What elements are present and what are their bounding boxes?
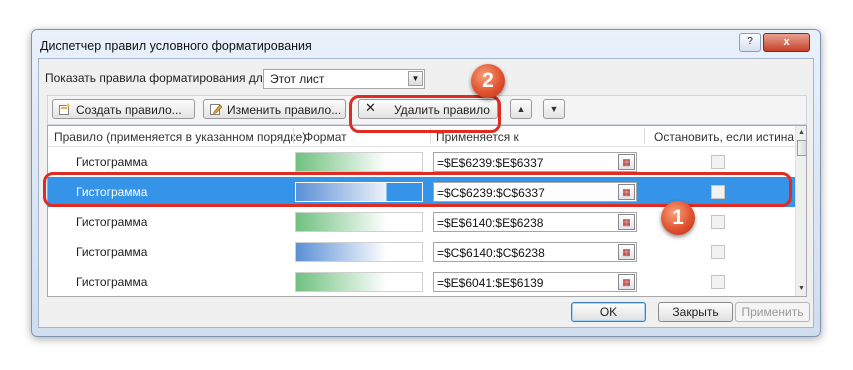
- format-preview: [295, 152, 423, 172]
- range-picker-icon[interactable]: ▦: [618, 154, 635, 170]
- applies-to-value: =$E$6140:$E$6238: [437, 216, 544, 230]
- applies-to-field[interactable]: =$E$6140:$E$6238 ▦: [433, 212, 637, 232]
- format-preview: [295, 272, 423, 292]
- applies-to-field[interactable]: =$C$6140:$C$6238 ▦: [433, 242, 637, 262]
- new-rule-icon: [59, 103, 71, 115]
- new-rule-label: Создать правило...: [76, 103, 182, 117]
- ok-button[interactable]: OK: [571, 302, 646, 322]
- delete-button-highlight: [349, 95, 501, 133]
- move-down-button[interactable]: ▼: [543, 99, 565, 119]
- applies-to-value: =$E$6239:$E$6337: [437, 156, 544, 170]
- stop-if-true-checkbox[interactable]: [711, 275, 725, 289]
- scroll-down-icon[interactable]: ▼: [796, 284, 806, 294]
- edit-rule-button[interactable]: Изменить правило...: [203, 99, 346, 119]
- step-badge-1: 1: [661, 201, 695, 235]
- stop-if-true-checkbox[interactable]: [711, 215, 725, 229]
- scroll-up-icon[interactable]: ▲: [796, 128, 806, 138]
- applies-to-value: =$E$6041:$E$6139: [437, 276, 544, 290]
- col-stop-header: Остановить, если истина: [654, 130, 795, 144]
- new-rule-button[interactable]: Создать правило...: [52, 99, 195, 119]
- edit-rule-label: Изменить правило...: [227, 103, 342, 117]
- stop-if-true-checkbox[interactable]: [711, 245, 725, 259]
- vertical-scrollbar[interactable]: ▲ ▼: [795, 126, 806, 296]
- applies-to-field[interactable]: =$E$6041:$E$6139 ▦: [433, 272, 637, 292]
- chevron-down-icon[interactable]: ▼: [408, 71, 423, 86]
- rule-name: Гистограмма: [76, 155, 148, 169]
- header-separator[interactable]: [293, 128, 294, 144]
- header-separator[interactable]: [644, 128, 645, 144]
- range-picker-icon[interactable]: ▦: [618, 244, 635, 260]
- rule-name: Гистограмма: [76, 275, 148, 289]
- help-button[interactable]: ?: [739, 33, 761, 52]
- show-rules-label: Показать правила форматирования для:: [45, 71, 273, 85]
- move-up-button[interactable]: ▲: [510, 99, 532, 119]
- rule-row[interactable]: Гистограмма =$C$6140:$C$6238 ▦: [48, 237, 795, 267]
- dialog-title: Диспетчер правил условного форматировани…: [40, 39, 312, 53]
- range-picker-icon[interactable]: ▦: [618, 274, 635, 290]
- close-button[interactable]: Закрыть: [658, 302, 733, 322]
- rule-name: Гистограмма: [76, 215, 148, 229]
- col-rule-header: Правило (применяется в указанном порядке…: [54, 130, 307, 144]
- show-rules-value: Этот лист: [270, 72, 325, 86]
- rule-row[interactable]: Гистограмма =$E$6041:$E$6139 ▦: [48, 267, 795, 296]
- col-format-header: Формат: [304, 130, 347, 144]
- applies-to-field[interactable]: =$E$6239:$E$6337 ▦: [433, 152, 637, 172]
- format-preview: [295, 212, 423, 232]
- step-badge-2: 2: [471, 64, 505, 98]
- scroll-thumb[interactable]: [797, 140, 806, 156]
- apply-button[interactable]: Применить: [735, 302, 810, 322]
- close-window-button[interactable]: x: [763, 33, 810, 52]
- format-preview: [295, 242, 423, 262]
- show-rules-select[interactable]: Этот лист ▼: [263, 69, 425, 89]
- stop-if-true-checkbox[interactable]: [711, 155, 725, 169]
- range-picker-icon[interactable]: ▦: [618, 214, 635, 230]
- edit-rule-icon: [210, 103, 223, 115]
- rule-name: Гистограмма: [76, 245, 148, 259]
- applies-to-value: =$C$6140:$C$6238: [437, 246, 545, 260]
